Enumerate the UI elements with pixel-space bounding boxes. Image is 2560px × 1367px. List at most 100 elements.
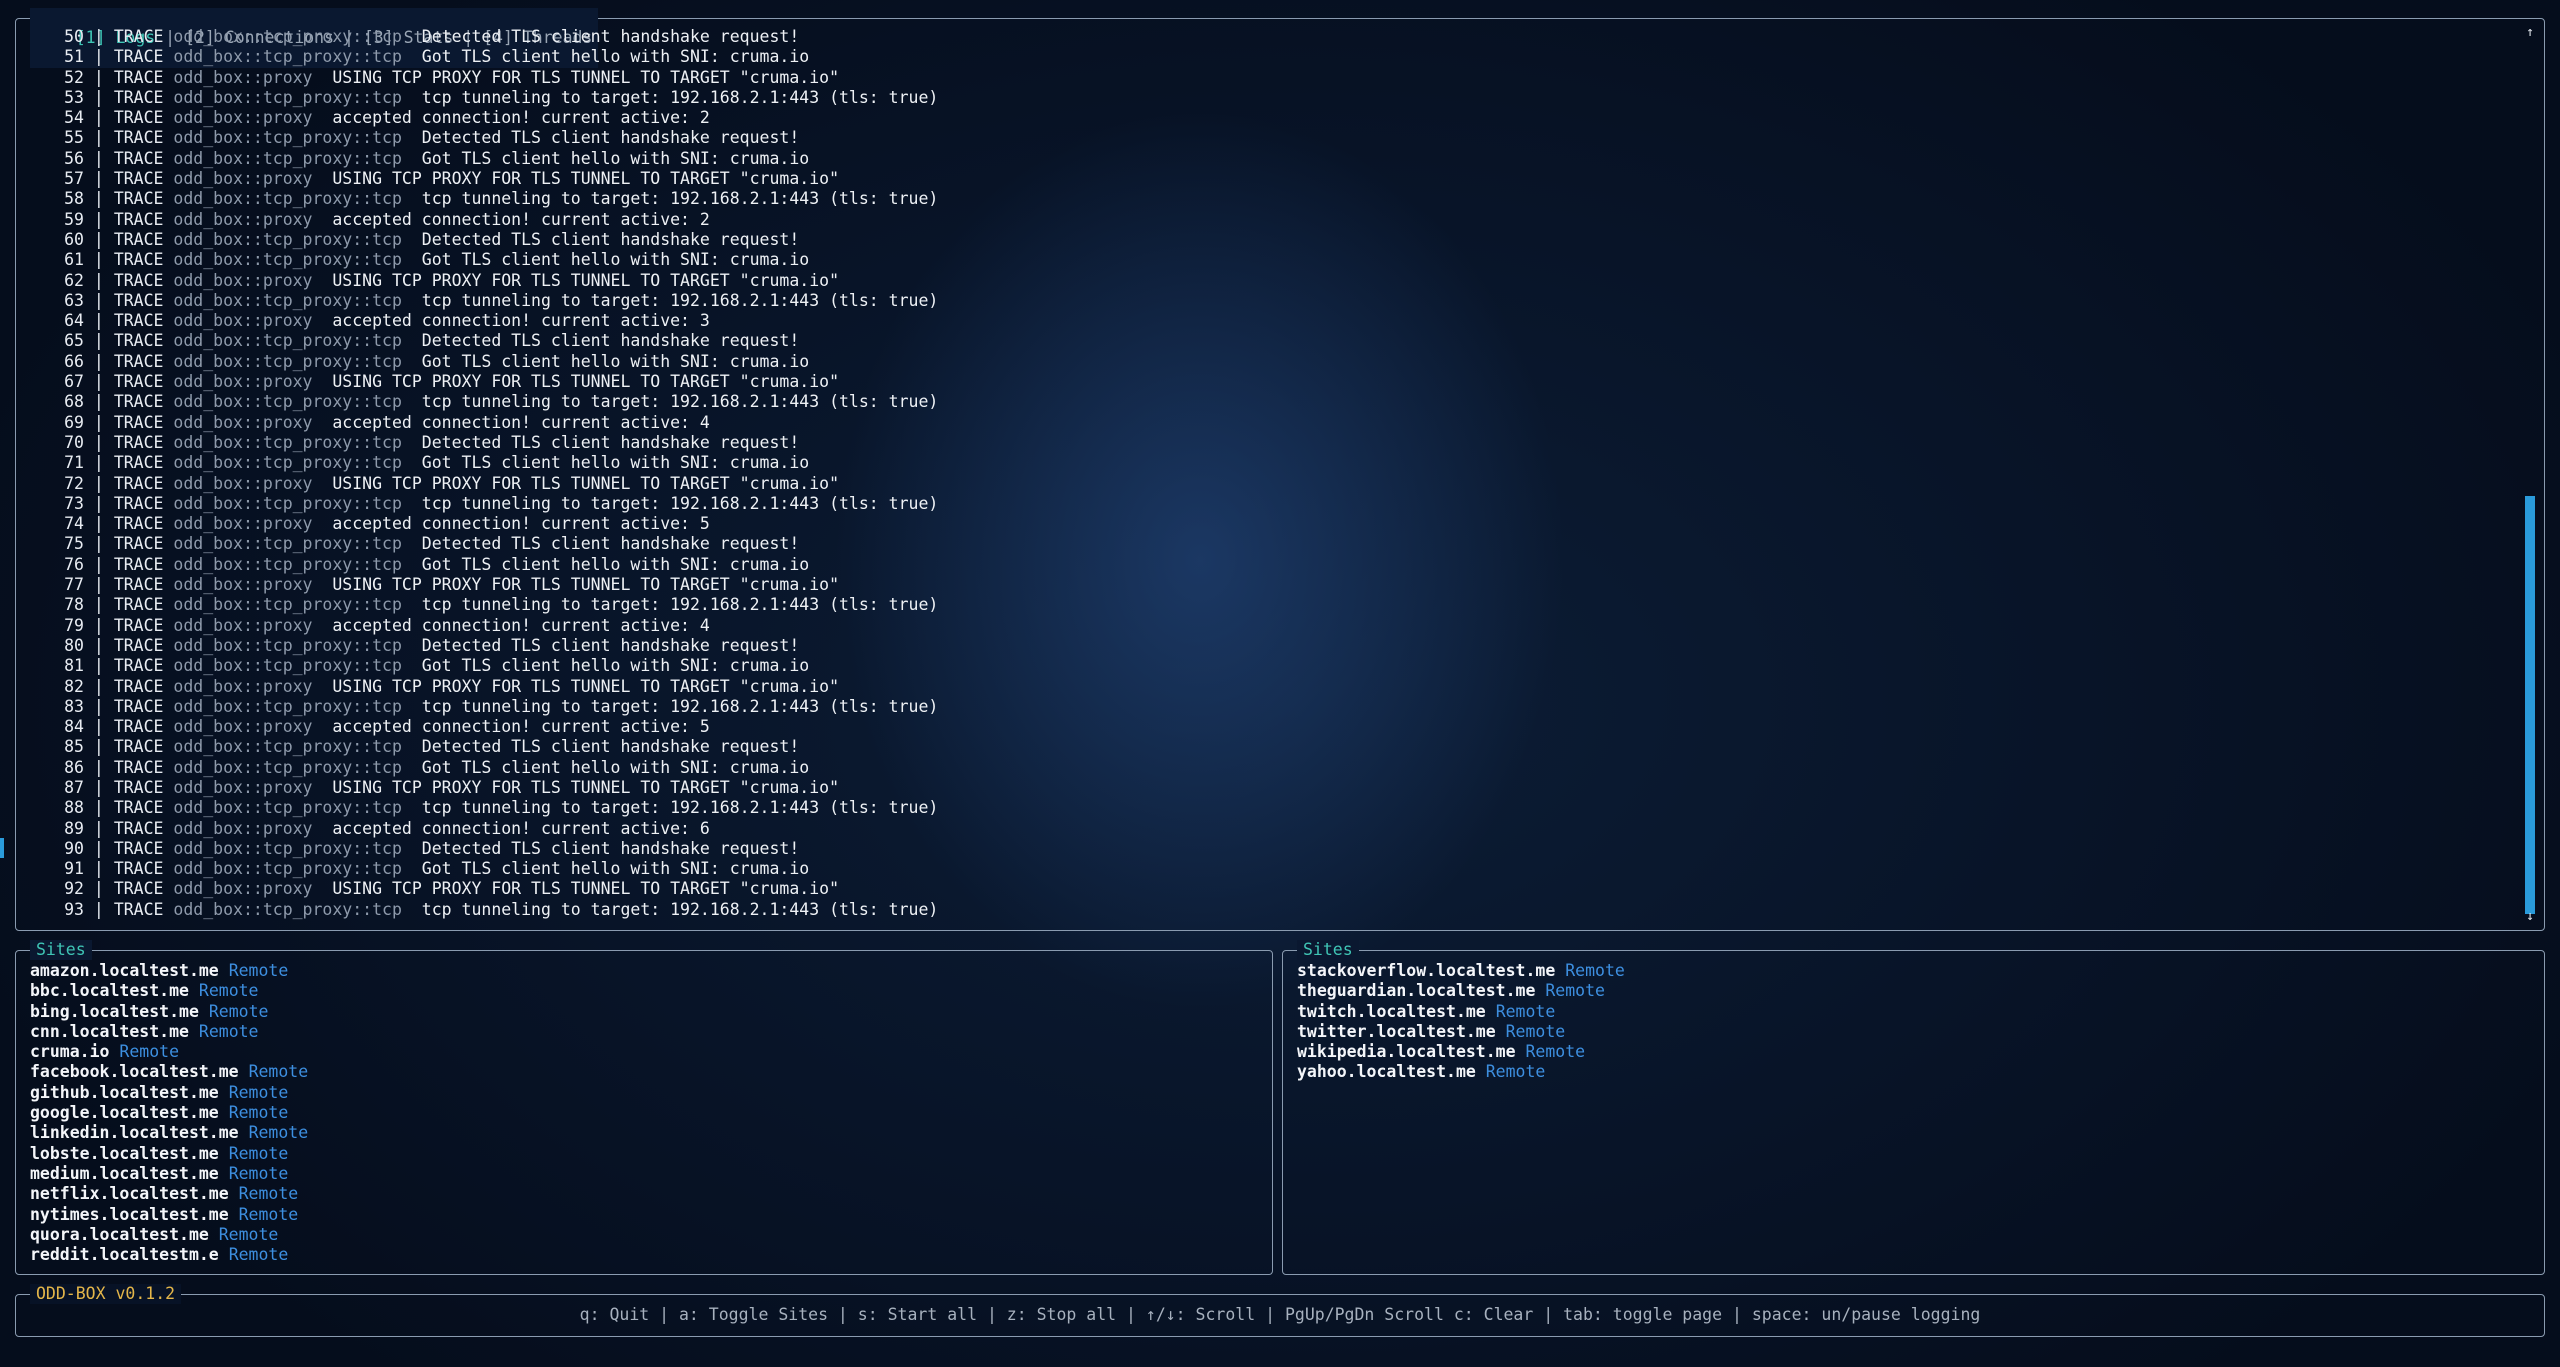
scroll-down-arrow-icon[interactable]: ↓	[2524, 909, 2536, 924]
site-item[interactable]: nytimes.localtest.me Remote	[30, 1205, 308, 1225]
site-item[interactable]: netflix.localtest.me Remote	[30, 1184, 308, 1204]
log-message: Got TLS client hello with SNI: cruma.io	[421, 656, 810, 676]
site-item[interactable]: twitch.localtest.me Remote	[1297, 1002, 1625, 1022]
log-line: 52 | TRACE odd_box::proxy USING TCP PROX…	[16, 68, 2514, 88]
scroll-up-arrow-icon[interactable]: ↑	[2524, 25, 2536, 40]
log-level: TRACE	[113, 879, 164, 899]
log-level: TRACE	[113, 899, 164, 919]
log-line: 71 | TRACE odd_box::tcp_proxy::tcp Got T…	[16, 453, 2514, 473]
site-item[interactable]: twitter.localtest.me Remote	[1297, 1022, 1625, 1042]
log-module: odd_box::proxy	[173, 372, 313, 392]
site-item[interactable]: medium.localtest.me Remote	[30, 1164, 308, 1184]
site-item[interactable]: github.localtest.me Remote	[30, 1083, 308, 1103]
log-level: TRACE	[113, 432, 164, 452]
site-host: wikipedia.localtest.me	[1297, 1042, 1516, 1062]
log-level: TRACE	[113, 737, 164, 757]
log-message: Got TLS client hello with SNI: cruma.io	[421, 453, 810, 473]
log-line-number: 66	[64, 351, 84, 371]
site-host: netflix.localtest.me	[30, 1184, 229, 1204]
site-item[interactable]: cnn.localtest.me Remote	[30, 1022, 308, 1042]
site-space	[199, 1002, 209, 1021]
log-space	[163, 331, 173, 350]
log-line-number: 72	[64, 473, 84, 493]
log-separator: |	[84, 108, 114, 128]
log-message: tcp tunneling to target: 192.168.2.1:443…	[421, 189, 939, 209]
log-line-number: 87	[64, 777, 84, 797]
log-line: 66 | TRACE odd_box::tcp_proxy::tcp Got T…	[16, 352, 2514, 372]
site-host: amazon.localtest.me	[30, 961, 219, 980]
log-space	[163, 230, 173, 249]
log-line-number: 77	[64, 575, 84, 595]
log-line: 88 | TRACE odd_box::tcp_proxy::tcp tcp t…	[16, 798, 2514, 818]
log-message: accepted connection! current active: 2	[332, 108, 710, 128]
log-space	[163, 210, 173, 229]
log-space	[402, 534, 422, 553]
log-line-number: 52	[64, 67, 84, 87]
log-level: TRACE	[113, 372, 164, 392]
log-line-number: 62	[64, 270, 84, 290]
log-message: accepted connection! current active: 4	[332, 412, 710, 432]
site-type-badge: Remote	[238, 1184, 299, 1204]
site-item[interactable]: bing.localtest.me Remote	[30, 1002, 308, 1022]
log-space	[313, 271, 333, 290]
log-message: Got TLS client hello with SNI: cruma.io	[421, 148, 810, 168]
log-module: odd_box::proxy	[173, 879, 313, 899]
site-item[interactable]: reddit.localtestm.e Remote	[30, 1245, 308, 1265]
log-line-number: 70	[64, 432, 84, 452]
site-item[interactable]: quora.localtest.me Remote	[30, 1225, 308, 1245]
log-line: 51 | TRACE odd_box::tcp_proxy::tcp Got T…	[16, 47, 2514, 67]
site-item[interactable]: wikipedia.localtest.me Remote	[1297, 1042, 1625, 1062]
site-host: bing.localtest.me	[30, 1001, 199, 1021]
site-item[interactable]: cruma.io Remote	[30, 1042, 308, 1062]
log-module: odd_box::tcp_proxy::tcp	[173, 351, 402, 371]
log-line: 57 | TRACE odd_box::proxy USING TCP PROX…	[16, 169, 2514, 189]
site-space	[219, 1144, 229, 1163]
log-space	[313, 413, 333, 432]
log-separator: |	[84, 757, 114, 777]
site-item[interactable]: bbc.localtest.me Remote	[30, 981, 308, 1001]
log-line: 68 | TRACE odd_box::tcp_proxy::tcp tcp t…	[16, 392, 2514, 412]
log-line-number: 78	[64, 595, 84, 615]
site-item[interactable]: yahoo.localtest.me Remote	[1297, 1062, 1625, 1082]
log-separator: |	[84, 290, 114, 310]
log-message: USING TCP PROXY FOR TLS TUNNEL TO TARGET…	[332, 473, 840, 493]
site-type-badge: Remote	[228, 961, 289, 980]
log-line: 82 | TRACE odd_box::proxy USING TCP PROX…	[16, 677, 2514, 697]
sites-title: Sites	[30, 940, 92, 960]
log-message: USING TCP PROXY FOR TLS TUNNEL TO TARGET…	[332, 169, 840, 189]
log-separator: |	[84, 635, 114, 655]
log-module: odd_box::tcp_proxy::tcp	[173, 87, 402, 107]
log-space	[163, 798, 173, 817]
log-level: TRACE	[113, 209, 164, 229]
log-space	[402, 230, 422, 249]
log-module: odd_box::tcp_proxy::tcp	[173, 838, 402, 858]
site-type-badge: Remote	[248, 1062, 309, 1082]
site-item[interactable]: lobste.localtest.me Remote	[30, 1144, 308, 1164]
log-module: odd_box::tcp_proxy::tcp	[173, 737, 402, 757]
site-item[interactable]: theguardian.localtest.me Remote	[1297, 981, 1625, 1001]
keybinding-help: q: Quit | a: Toggle Sites | s: Start all…	[579, 1305, 1981, 1324]
site-item[interactable]: facebook.localtest.me Remote	[30, 1062, 308, 1082]
log-level: TRACE	[113, 148, 164, 168]
site-item[interactable]: google.localtest.me Remote	[30, 1103, 308, 1123]
log-line: 53 | TRACE odd_box::tcp_proxy::tcp tcp t…	[16, 88, 2514, 108]
log-space	[163, 514, 173, 533]
log-space	[402, 47, 422, 66]
log-space	[163, 555, 173, 574]
site-item[interactable]: stackoverflow.localtest.me Remote	[1297, 961, 1625, 981]
log-line-number: 75	[64, 534, 84, 554]
site-item[interactable]: linkedin.localtest.me Remote	[30, 1123, 308, 1143]
log-level: TRACE	[113, 838, 164, 858]
log-message: Got TLS client hello with SNI: cruma.io	[421, 554, 810, 574]
log-line: 93 | TRACE odd_box::tcp_proxy::tcp tcp t…	[16, 900, 2514, 920]
log-separator: |	[84, 47, 114, 67]
site-item[interactable]: amazon.localtest.me Remote	[30, 961, 308, 981]
log-message: accepted connection! current active: 6	[332, 818, 710, 838]
log-space	[163, 494, 173, 513]
log-message: Detected TLS client handshake request!	[421, 27, 800, 46]
log-space	[163, 352, 173, 371]
log-space	[402, 291, 422, 310]
log-message: tcp tunneling to target: 192.168.2.1:443…	[421, 290, 939, 310]
log-scrollbar-thumb[interactable]	[2525, 496, 2535, 914]
log-space	[402, 900, 422, 919]
